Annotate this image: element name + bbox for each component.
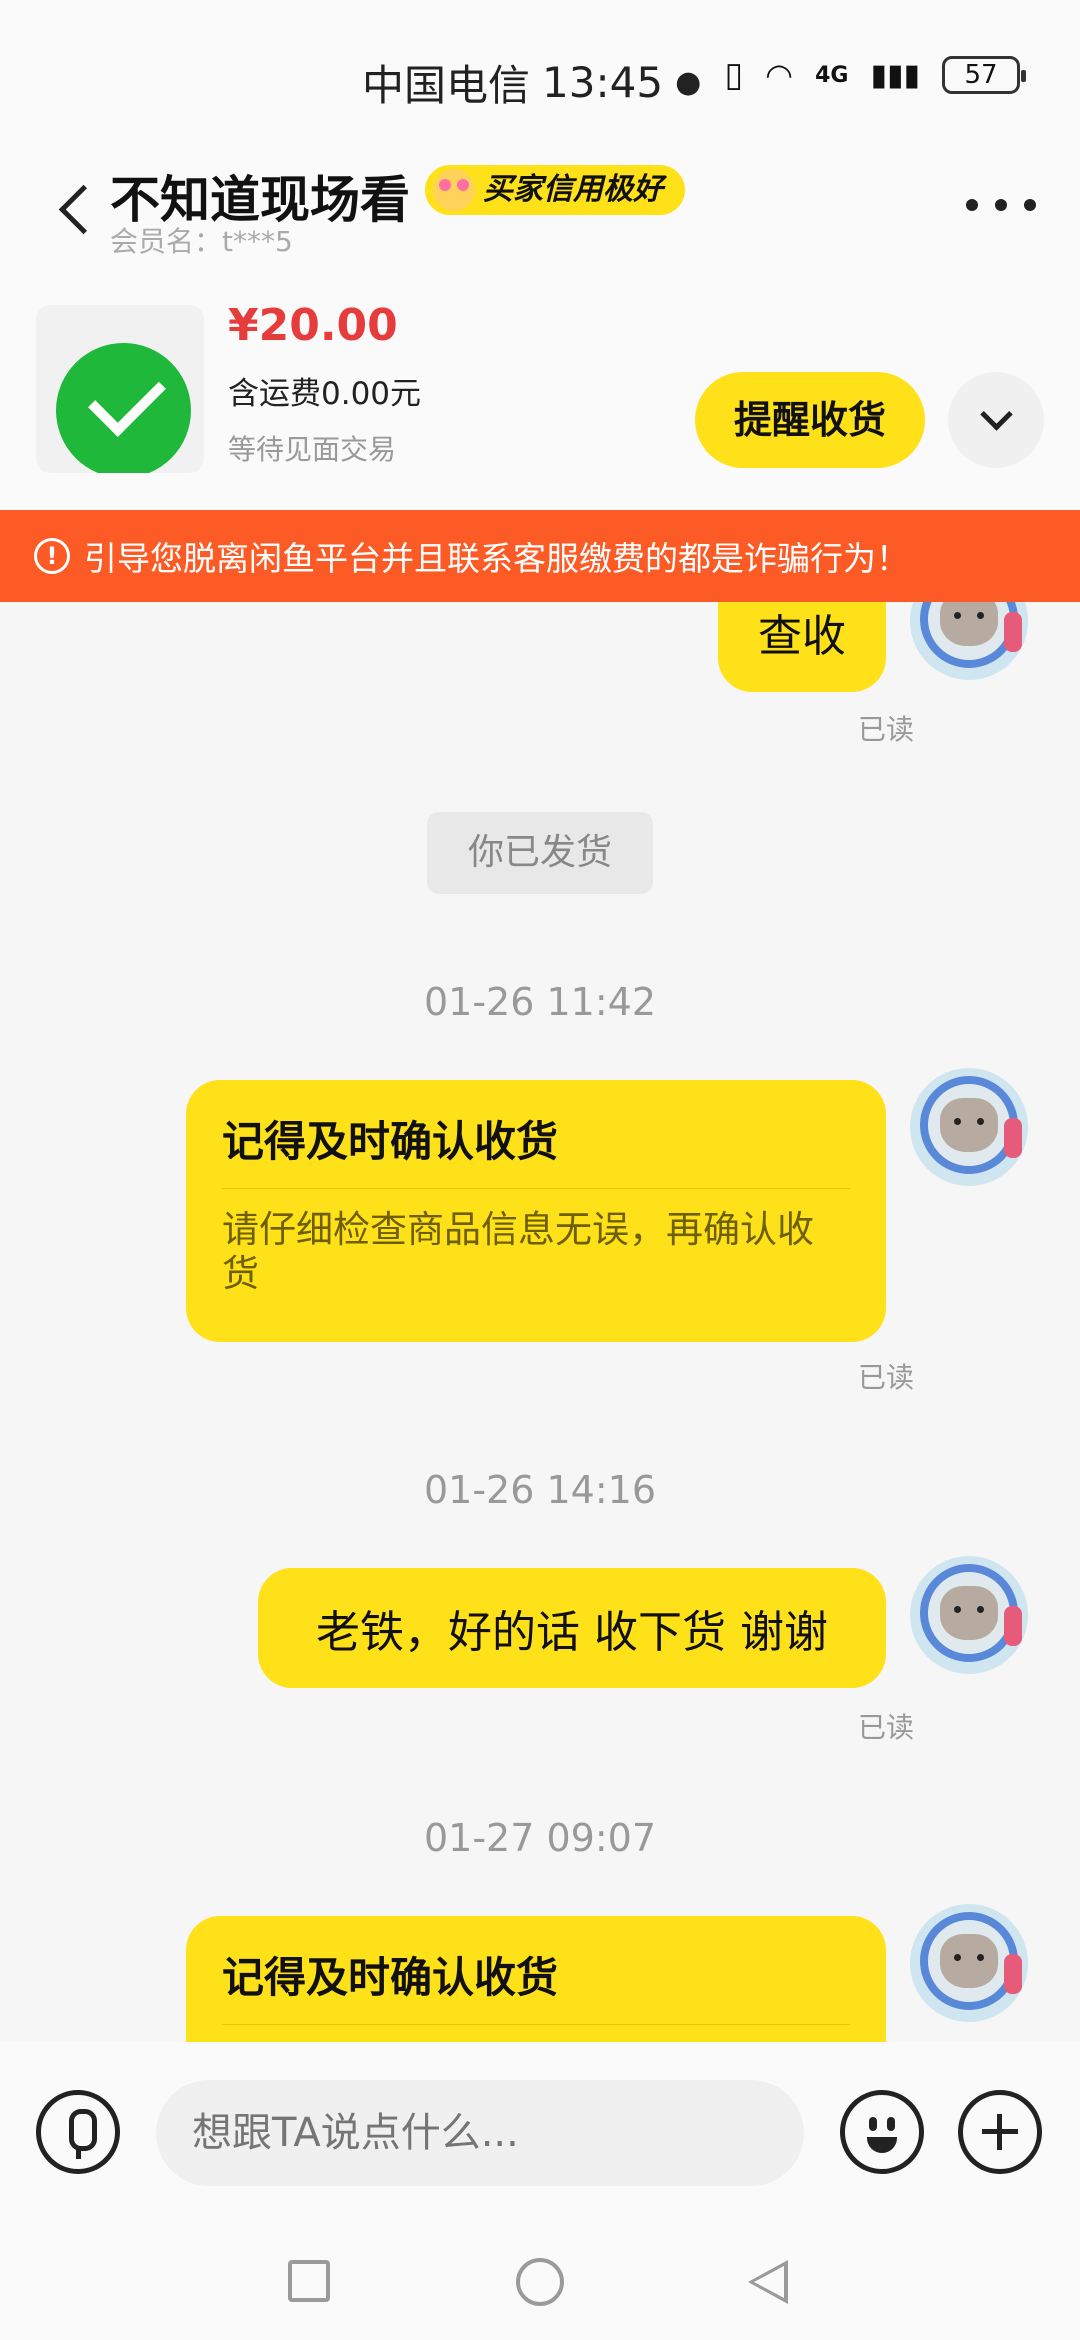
confirm-receipt-card[interactable]: 记得及时确认收货: [186, 1916, 886, 2042]
warning-icon: !: [34, 538, 70, 574]
message-timestamp: 01-27 09:07: [423, 1816, 656, 1860]
input-bar: [0, 2042, 1080, 2220]
plus-icon[interactable]: [958, 2090, 1042, 2174]
microphone-icon[interactable]: [36, 2090, 120, 2174]
fraud-warning-text: 引导您脱离闲鱼平台并且联系客服缴费的都是诈骗行为！: [84, 539, 909, 578]
heart-eyes-emoji-icon: [433, 169, 475, 211]
signal-icon: ▮▮▮: [870, 57, 920, 93]
avatar[interactable]: [910, 602, 1028, 680]
read-receipt: 已读: [857, 713, 914, 746]
product-price: ¥20.00: [228, 300, 398, 351]
checkmark-icon: [56, 343, 191, 473]
remind-receipt-button[interactable]: 提醒收货: [695, 372, 925, 468]
system-nav-bar: [0, 2220, 1080, 2340]
product-thumbnail[interactable]: [36, 305, 204, 473]
emoji-icon[interactable]: [840, 2090, 924, 2174]
battery-icon: 57: [942, 56, 1026, 94]
message-timestamp: 01-26 11:42: [423, 980, 656, 1024]
back-triangle-icon[interactable]: [748, 2260, 788, 2304]
credit-badge-label: 买家信用极好: [483, 172, 663, 207]
read-receipt: 已读: [857, 1711, 914, 1744]
credit-badge: 买家信用极好: [425, 165, 685, 215]
shipping-fee: 含运费0.00元: [228, 376, 422, 412]
message-bubble[interactable]: 查收: [718, 602, 886, 692]
message-timestamp: 01-26 14:16: [423, 1468, 656, 1512]
card-divider: [222, 2024, 850, 2025]
home-icon[interactable]: [516, 2258, 564, 2306]
network-label: 4G: [815, 62, 849, 88]
qq-icon: ●: [675, 65, 702, 100]
wifi-icon: ◠: [765, 56, 794, 94]
system-message: 你已发货: [427, 812, 653, 894]
status-bar: 中国电信 13:45 ● ▯ ◠ 4G ▮▮▮ 57: [0, 0, 1080, 150]
chat-messages[interactable]: 查收 已读 你已发货 01-26 11:42 记得及时确认收货 请仔细检查商品信…: [0, 602, 1080, 2042]
more-options-icon[interactable]: [966, 180, 1036, 230]
chevron-down-icon[interactable]: [948, 372, 1044, 468]
clock: 13:45: [542, 58, 664, 107]
status-left: 中国电信 13:45 ●: [362, 52, 701, 113]
message-text: 查收: [758, 611, 846, 662]
back-icon[interactable]: [48, 170, 108, 250]
confirm-receipt-card[interactable]: 记得及时确认收货 请仔细检查商品信息无误，再确认收货: [186, 1080, 886, 1342]
fraud-warning-banner: ! 引导您脱离闲鱼平台并且联系客服缴费的都是诈骗行为！: [0, 510, 1080, 602]
battery-level: 57: [964, 60, 998, 90]
card-body: 请仔细检查商品信息无误，再确认收货: [222, 1208, 814, 1295]
status-right: ▯ ◠ 4G ▮▮▮ 57: [724, 55, 1026, 95]
card-divider: [222, 1188, 850, 1189]
member-name: 会员名：t***5: [110, 225, 293, 258]
read-receipt: 已读: [857, 1361, 914, 1394]
card-title: 记得及时确认收货: [222, 1117, 559, 1166]
avatar[interactable]: [910, 1556, 1028, 1674]
message-text: 老铁，好的话 收下货 谢谢: [316, 1607, 828, 1658]
recent-apps-icon[interactable]: [288, 2260, 330, 2302]
card-title: 记得及时确认收货: [222, 1953, 559, 2002]
chat-header: 不知道现场看 买家信用极好 会员名：t***5: [0, 150, 1080, 280]
avatar[interactable]: [910, 1068, 1028, 1186]
avatar[interactable]: [910, 1904, 1028, 2022]
carrier-label: 中国电信: [362, 61, 531, 110]
message-bubble[interactable]: 老铁，好的话 收下货 谢谢: [258, 1568, 886, 1688]
vibrate-icon: ▯: [724, 55, 744, 95]
message-input[interactable]: [156, 2080, 804, 2186]
trade-status: 等待见面交易: [228, 433, 397, 466]
product-summary: ¥20.00 含运费0.00元 等待见面交易 提醒收货: [0, 280, 1080, 510]
